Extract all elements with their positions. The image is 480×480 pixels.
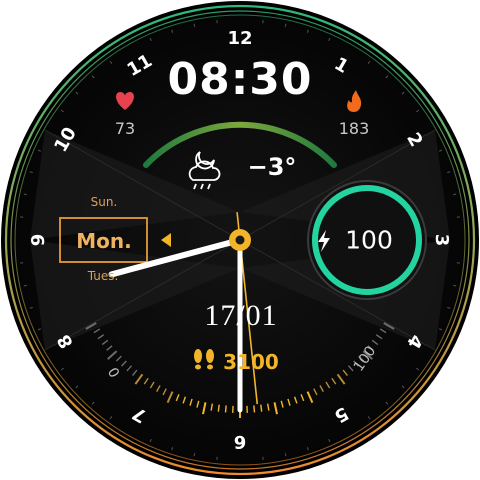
minute-tick	[193, 453, 196, 457]
minute-tick	[193, 23, 196, 27]
step-tick	[253, 405, 256, 413]
step-count[interactable]: 3100	[223, 352, 279, 372]
dial-number-12: 12	[227, 28, 253, 49]
step-tick	[224, 405, 227, 413]
center-pin	[235, 235, 245, 245]
calories-value[interactable]: 183	[339, 121, 370, 137]
minute-tick	[284, 453, 287, 457]
minute-tick	[23, 193, 27, 196]
minute-tick	[453, 193, 457, 196]
digital-time: 08:30	[167, 54, 313, 105]
dial-number-9: 9	[28, 233, 49, 247]
minute-tick	[453, 284, 457, 287]
step-tick	[260, 404, 263, 412]
current-day-label[interactable]: Mon.	[76, 231, 131, 251]
heart-rate-value[interactable]: 73	[115, 121, 135, 137]
date-label: 17/01	[204, 299, 278, 332]
next-day-label[interactable]: Tues.	[88, 270, 119, 282]
minute-tick	[284, 23, 287, 27]
minute-tick	[23, 284, 27, 287]
temperature-value[interactable]: −3°	[248, 155, 297, 179]
previous-day-label[interactable]: Sun.	[91, 196, 118, 208]
battery-level[interactable]: 100	[345, 228, 393, 253]
dial-number-6: 6	[233, 431, 247, 452]
dial-number-3: 3	[431, 233, 452, 247]
step-tick	[217, 404, 220, 412]
